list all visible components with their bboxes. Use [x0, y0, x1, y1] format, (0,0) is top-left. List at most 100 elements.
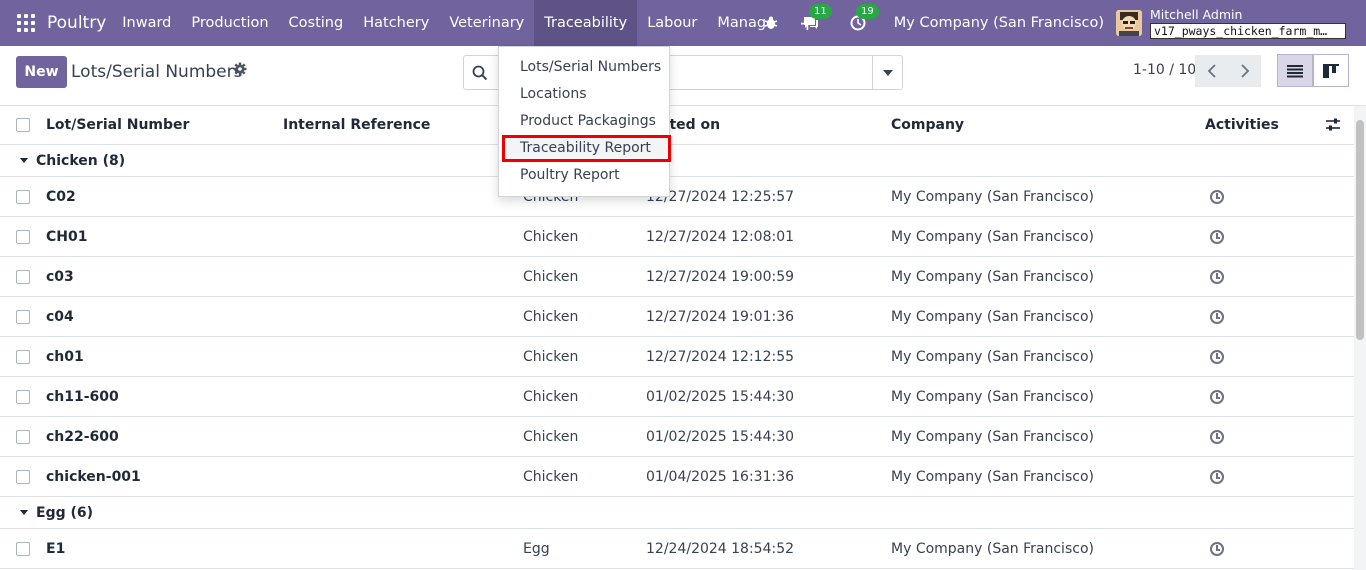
- created-on: 12/27/2024 12:12:55: [646, 348, 795, 365]
- product-name: Chicken: [523, 468, 579, 485]
- menu-costing[interactable]: Costing: [279, 0, 354, 46]
- caret-down-icon: [20, 510, 28, 515]
- lot-name: c03: [46, 268, 74, 285]
- gear-icon[interactable]: [233, 62, 247, 80]
- activity-clock-icon[interactable]: [1210, 429, 1224, 444]
- product-name: Chicken: [523, 428, 579, 445]
- company-name: My Company (San Francisco): [891, 348, 1094, 365]
- activity-clock-icon[interactable]: [1210, 269, 1224, 284]
- row-checkbox[interactable]: [16, 541, 30, 556]
- product-name: Egg: [523, 540, 550, 557]
- menu-veterinary[interactable]: Veterinary: [439, 0, 534, 46]
- messages-badge: 11: [809, 4, 832, 19]
- menu-production[interactable]: Production: [181, 0, 278, 46]
- kanban-view-button[interactable]: [1313, 54, 1349, 87]
- list-view-button[interactable]: [1277, 54, 1313, 87]
- row-checkbox[interactable]: [16, 269, 30, 284]
- row-checkbox[interactable]: [16, 429, 30, 444]
- menu-item-traceability-report[interactable]: Traceability Report: [502, 135, 671, 162]
- scrollbar-thumb[interactable]: [1356, 120, 1364, 340]
- user-avatar[interactable]: [1116, 10, 1142, 36]
- messages-icon[interactable]: 11: [800, 4, 832, 34]
- apps-menu-icon[interactable]: [17, 14, 35, 32]
- lot-name: E1: [46, 540, 66, 557]
- lot-name: ch11-600: [46, 388, 119, 405]
- group-row[interactable]: Chicken (8): [0, 145, 1354, 177]
- user-menu[interactable]: Mitchell Admin v17_pways_chicken_farm_m…: [1150, 7, 1346, 39]
- activity-clock-icon[interactable]: [1210, 541, 1224, 556]
- table-row[interactable]: ch22-600 Chicken 01/02/2025 15:44:30 My Com…: [0, 417, 1354, 457]
- header-activities[interactable]: Activities: [1205, 106, 1279, 144]
- company-name: My Company (San Francisco): [891, 188, 1094, 205]
- company-name: My Company (San Francisco): [891, 428, 1094, 445]
- activity-clock-icon[interactable]: [1210, 189, 1224, 204]
- table-row[interactable]: c03 Chicken 12/27/2024 19:00:59 My Company …: [0, 257, 1354, 297]
- table-row[interactable]: c04 Chicken 12/27/2024 19:01:36 My Company …: [0, 297, 1354, 337]
- activities-badge: 19: [856, 4, 879, 19]
- product-name: Chicken: [523, 268, 579, 285]
- menu-hatchery[interactable]: Hatchery: [353, 0, 439, 46]
- created-on: 12/27/2024 19:00:59: [646, 268, 795, 285]
- caret-down-icon: [20, 158, 28, 163]
- lot-name: CH01: [46, 228, 88, 245]
- menu-labour[interactable]: Labour: [637, 0, 707, 46]
- menu-item-product-packagings[interactable]: Product Packagings: [499, 108, 669, 135]
- activities-clock-icon[interactable]: 19: [847, 4, 879, 34]
- activity-clock-icon[interactable]: [1210, 349, 1224, 364]
- product-name: Chicken: [523, 348, 579, 365]
- lots-list-table: Lot/Serial Number Internal Reference ate…: [0, 106, 1354, 570]
- header-company[interactable]: Company: [891, 106, 964, 144]
- database-name: v17_pways_chicken_farm_m…: [1150, 22, 1346, 39]
- menu-traceability[interactable]: Traceability: [534, 0, 638, 46]
- row-checkbox[interactable]: [16, 189, 30, 204]
- row-checkbox[interactable]: [16, 469, 30, 484]
- table-row[interactable]: C02Chicken12/27/2024 12:25:57My Company …: [0, 177, 1354, 217]
- vertical-scrollbar[interactable]: [1354, 106, 1366, 570]
- company-name: My Company (San Francisco): [891, 540, 1094, 557]
- table-row[interactable]: CH01 Chicken 12/27/2024 12:08:01 My Company…: [0, 217, 1354, 257]
- row-checkbox[interactable]: [16, 349, 30, 364]
- product-name: Chicken: [523, 388, 579, 405]
- optional-columns-icon[interactable]: [1325, 106, 1341, 144]
- group-row[interactable]: Egg (6): [0, 497, 1354, 529]
- row-checkbox[interactable]: [16, 229, 30, 244]
- top-navbar: Poultry Inward Production Costing Hatche…: [0, 0, 1366, 46]
- company-name: My Company (San Francisco): [891, 388, 1094, 405]
- activity-clock-icon[interactable]: [1210, 229, 1224, 244]
- menu-item-locations[interactable]: Locations: [499, 81, 669, 108]
- header-lot[interactable]: Lot/Serial Number: [46, 106, 189, 144]
- search-icon[interactable]: [472, 65, 488, 85]
- pager-value[interactable]: 1-10 / 10: [1133, 62, 1196, 78]
- company-name: My Company (San Francisco): [891, 308, 1094, 325]
- row-checkbox[interactable]: [16, 389, 30, 404]
- new-button[interactable]: New: [16, 56, 67, 88]
- menu-item-lots-serial-numbers[interactable]: Lots/Serial Numbers: [499, 54, 669, 81]
- company-name: My Company (San Francisco): [891, 228, 1094, 245]
- lot-name: C02: [46, 188, 76, 205]
- pager-previous-button[interactable]: [1195, 55, 1228, 87]
- table-row[interactable]: chicken-001 Chicken 01/04/2025 16:31:36 My …: [0, 457, 1354, 497]
- table-row[interactable]: ch11-600 Chicken 01/02/2025 15:44:30 My Com…: [0, 377, 1354, 417]
- lot-name: ch01: [46, 348, 84, 365]
- search-options-toggle[interactable]: [872, 56, 902, 89]
- menu-item-poultry-report[interactable]: Poultry Report: [499, 162, 669, 189]
- activity-clock-icon[interactable]: [1210, 309, 1224, 324]
- page-title[interactable]: Lots/Serial Numbers: [71, 62, 242, 82]
- group-label: Chicken (8): [36, 152, 126, 169]
- header-internal-reference[interactable]: Internal Reference: [283, 106, 430, 144]
- created-on: 01/04/2025 16:31:36: [646, 468, 795, 485]
- table-row[interactable]: ch01 Chicken 12/27/2024 12:12:55 My Company…: [0, 337, 1354, 377]
- activity-clock-icon[interactable]: [1210, 389, 1224, 404]
- row-checkbox[interactable]: [16, 309, 30, 324]
- table-header: Lot/Serial Number Internal Reference ate…: [0, 106, 1354, 145]
- app-brand[interactable]: Poultry: [47, 13, 106, 33]
- company-switcher[interactable]: My Company (San Francisco): [894, 15, 1104, 31]
- debug-bug-icon[interactable]: [760, 12, 782, 34]
- lot-name: ch22-600: [46, 428, 119, 445]
- select-all-checkbox[interactable]: [16, 118, 30, 132]
- table-row[interactable]: E1 Egg 12/24/2024 18:54:52 My Company (San …: [0, 529, 1354, 569]
- company-name: My Company (San Francisco): [891, 468, 1094, 485]
- menu-inward[interactable]: Inward: [112, 0, 181, 46]
- activity-clock-icon[interactable]: [1210, 469, 1224, 484]
- pager-next-button[interactable]: [1228, 55, 1261, 87]
